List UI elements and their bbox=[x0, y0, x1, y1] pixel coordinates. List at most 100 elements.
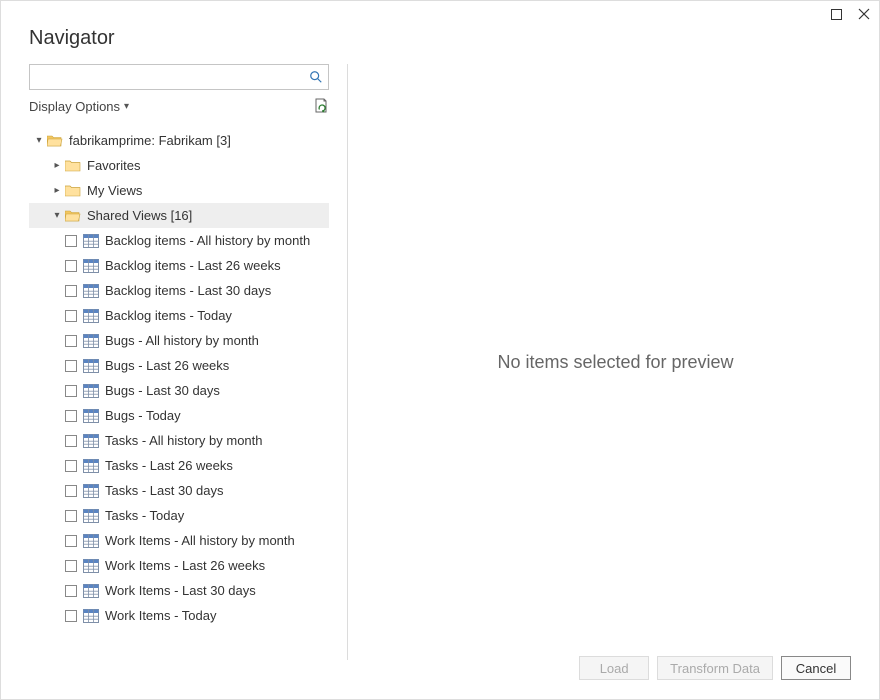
tree-item-label: Bugs - All history by month bbox=[105, 333, 329, 348]
folder-icon bbox=[65, 159, 81, 173]
options-row: Display Options ▾ bbox=[29, 98, 329, 114]
tree-item[interactable]: Bugs - Last 30 days bbox=[29, 378, 329, 403]
preview-placeholder: No items selected for preview bbox=[497, 352, 733, 373]
tree-folder[interactable]: ▸ Favorites bbox=[29, 153, 329, 178]
table-icon bbox=[83, 359, 99, 373]
display-options-label: Display Options bbox=[29, 99, 120, 114]
pane-divider bbox=[347, 64, 348, 660]
tree-root[interactable]: ▾ fabrikamprime: Fabrikam [3] bbox=[29, 128, 329, 153]
item-checkbox[interactable] bbox=[65, 260, 77, 272]
table-icon bbox=[83, 384, 99, 398]
close-icon[interactable] bbox=[857, 7, 871, 21]
tree-item-label: Tasks - Today bbox=[105, 508, 329, 523]
table-icon bbox=[83, 284, 99, 298]
item-checkbox[interactable] bbox=[65, 610, 77, 622]
cancel-button[interactable]: Cancel bbox=[781, 656, 851, 680]
transform-data-button[interactable]: Transform Data bbox=[657, 656, 773, 680]
tree-item-label: Tasks - Last 30 days bbox=[105, 483, 329, 498]
tree-folder[interactable]: ▾ Shared Views [16] bbox=[29, 203, 329, 228]
tree-folder-label: My Views bbox=[87, 183, 329, 198]
tree-item[interactable]: Tasks - Last 30 days bbox=[29, 478, 329, 503]
table-icon bbox=[83, 584, 99, 598]
table-icon bbox=[83, 484, 99, 498]
tree-item[interactable]: Work Items - Last 30 days bbox=[29, 578, 329, 603]
tree-item-label: Backlog items - Last 26 weeks bbox=[105, 258, 329, 273]
tree-folder-label: Favorites bbox=[87, 158, 329, 173]
left-pane: Display Options ▾ ▾ fabrikamprime: Fabrik… bbox=[1, 64, 339, 660]
expander-icon[interactable]: ▸ bbox=[51, 160, 63, 171]
tree-item[interactable]: Tasks - Today bbox=[29, 503, 329, 528]
table-icon bbox=[83, 559, 99, 573]
table-icon bbox=[83, 234, 99, 248]
tree-item-label: Work Items - Today bbox=[105, 608, 329, 623]
tree-folder[interactable]: ▸ My Views bbox=[29, 178, 329, 203]
folder-icon bbox=[47, 134, 63, 148]
tree-root-label: fabrikamprime: Fabrikam [3] bbox=[69, 133, 329, 148]
search-icon[interactable] bbox=[308, 69, 324, 85]
item-checkbox[interactable] bbox=[65, 235, 77, 247]
tree-item[interactable]: Backlog items - Last 26 weeks bbox=[29, 253, 329, 278]
item-checkbox[interactable] bbox=[65, 485, 77, 497]
navigation-tree[interactable]: ▾ fabrikamprime: Fabrikam [3] ▸ Favorites ▸ M… bbox=[29, 128, 329, 628]
tree-item-label: Tasks - Last 26 weeks bbox=[105, 458, 329, 473]
tree-folder-label: Shared Views [16] bbox=[87, 208, 329, 223]
tree-item[interactable]: Work Items - Today bbox=[29, 603, 329, 628]
navigator-dialog: Navigator Display Options ▾ bbox=[0, 0, 880, 700]
tree-item-label: Work Items - Last 26 weeks bbox=[105, 558, 329, 573]
item-checkbox[interactable] bbox=[65, 510, 77, 522]
tree-item[interactable]: Bugs - All history by month bbox=[29, 328, 329, 353]
item-checkbox[interactable] bbox=[65, 560, 77, 572]
item-checkbox[interactable] bbox=[65, 535, 77, 547]
search-box[interactable] bbox=[29, 64, 329, 90]
chevron-down-icon: ▾ bbox=[124, 101, 129, 112]
tree-item[interactable]: Tasks - All history by month bbox=[29, 428, 329, 453]
tree-item-label: Bugs - Today bbox=[105, 408, 329, 423]
table-icon bbox=[83, 534, 99, 548]
table-icon bbox=[83, 434, 99, 448]
tree-item[interactable]: Bugs - Last 26 weeks bbox=[29, 353, 329, 378]
table-icon bbox=[83, 334, 99, 348]
maximize-icon[interactable] bbox=[829, 7, 843, 21]
tree-item[interactable]: Backlog items - All history by month bbox=[29, 228, 329, 253]
item-checkbox[interactable] bbox=[65, 285, 77, 297]
item-checkbox[interactable] bbox=[65, 385, 77, 397]
tree-item-label: Work Items - All history by month bbox=[105, 533, 329, 548]
page-title: Navigator bbox=[1, 23, 879, 64]
tree-item[interactable]: Work Items - All history by month bbox=[29, 528, 329, 553]
tree-item-label: Tasks - All history by month bbox=[105, 433, 329, 448]
titlebar bbox=[1, 1, 879, 23]
preview-pane: No items selected for preview bbox=[352, 64, 879, 660]
tree-item-label: Backlog items - Last 30 days bbox=[105, 283, 329, 298]
table-icon bbox=[83, 409, 99, 423]
search-input[interactable] bbox=[36, 66, 308, 88]
tree-item[interactable]: Bugs - Today bbox=[29, 403, 329, 428]
item-checkbox[interactable] bbox=[65, 310, 77, 322]
item-checkbox[interactable] bbox=[65, 435, 77, 447]
item-checkbox[interactable] bbox=[65, 360, 77, 372]
item-checkbox[interactable] bbox=[65, 585, 77, 597]
expander-icon[interactable]: ▾ bbox=[33, 135, 45, 146]
expander-icon[interactable]: ▾ bbox=[51, 210, 63, 221]
table-icon bbox=[83, 609, 99, 623]
folder-icon bbox=[65, 184, 81, 198]
refresh-icon[interactable] bbox=[313, 98, 329, 114]
tree-item-label: Backlog items - Today bbox=[105, 308, 329, 323]
tree-item-label: Bugs - Last 30 days bbox=[105, 383, 329, 398]
expander-icon[interactable]: ▸ bbox=[51, 185, 63, 196]
table-icon bbox=[83, 309, 99, 323]
item-checkbox[interactable] bbox=[65, 410, 77, 422]
load-button[interactable]: Load bbox=[579, 656, 649, 680]
tree-item[interactable]: Tasks - Last 26 weeks bbox=[29, 453, 329, 478]
tree-item-label: Bugs - Last 26 weeks bbox=[105, 358, 329, 373]
folder-icon bbox=[65, 209, 81, 223]
body: Display Options ▾ ▾ fabrikamprime: Fabrik… bbox=[1, 64, 879, 660]
tree-item-label: Backlog items - All history by month bbox=[105, 233, 329, 248]
tree-item-label: Work Items - Last 30 days bbox=[105, 583, 329, 598]
table-icon bbox=[83, 509, 99, 523]
tree-item[interactable]: Backlog items - Last 30 days bbox=[29, 278, 329, 303]
tree-item[interactable]: Backlog items - Today bbox=[29, 303, 329, 328]
item-checkbox[interactable] bbox=[65, 460, 77, 472]
display-options-dropdown[interactable]: Display Options ▾ bbox=[29, 99, 129, 114]
item-checkbox[interactable] bbox=[65, 335, 77, 347]
tree-item[interactable]: Work Items - Last 26 weeks bbox=[29, 553, 329, 578]
